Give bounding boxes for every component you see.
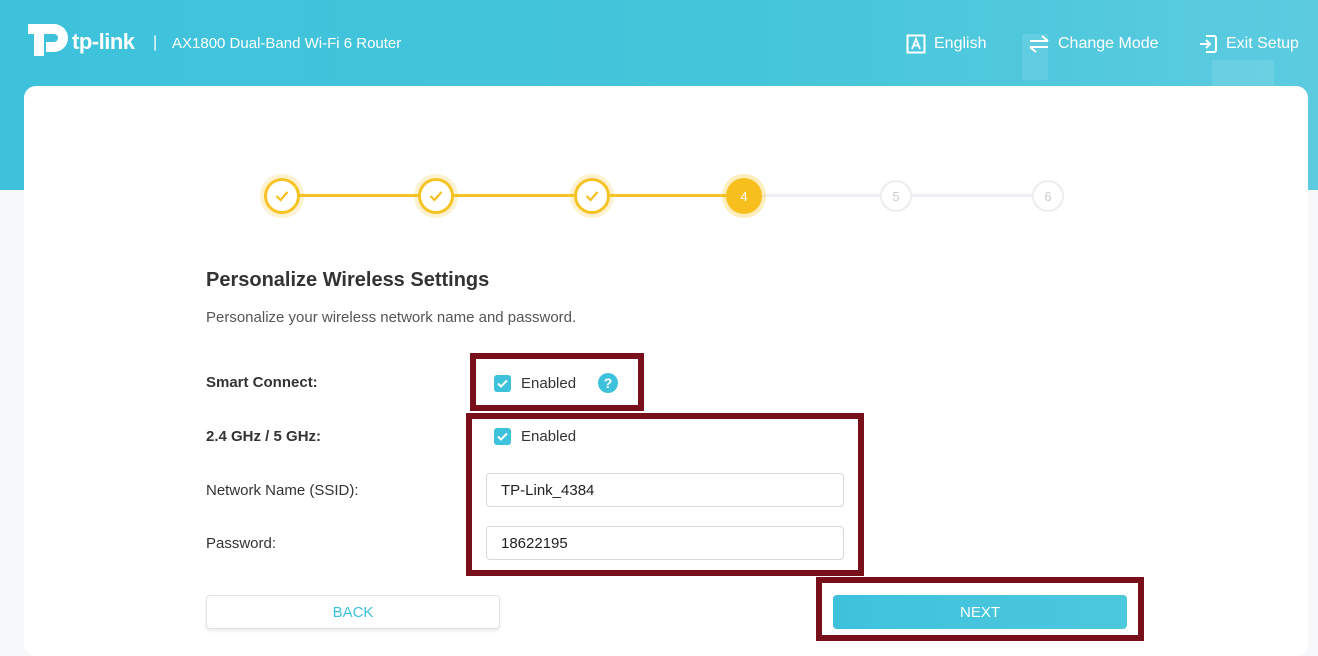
check-icon xyxy=(429,191,443,202)
exit-setup-button[interactable]: Exit Setup xyxy=(1198,33,1299,55)
router-model: AX1800 Dual-Band Wi-Fi 6 Router xyxy=(172,35,402,52)
step-6: 6 xyxy=(1032,180,1064,212)
ssid-input[interactable] xyxy=(486,473,844,507)
page-title: Personalize Wireless Settings xyxy=(206,269,490,291)
brand-name: tp-link xyxy=(72,29,135,54)
exit-icon xyxy=(1200,35,1217,53)
swap-arrows-icon xyxy=(1029,35,1049,53)
smart-connect-value: Enabled xyxy=(521,375,577,392)
check-icon xyxy=(585,191,599,202)
help-icon[interactable]: ? xyxy=(598,373,618,393)
step-4-current: 4 xyxy=(726,178,762,214)
header: tp-link | AX1800 Dual-Band Wi-Fi 6 Route… xyxy=(0,0,1318,86)
band-enabled-checkbox[interactable] xyxy=(494,428,511,445)
smart-connect-label: Smart Connect: xyxy=(206,374,318,391)
checkmark-icon xyxy=(497,432,508,441)
progress-stepper: 4 5 6 xyxy=(264,178,1070,214)
page-subtitle: Personalize your wireless network name a… xyxy=(206,309,577,326)
stepper-line-complete xyxy=(294,194,748,197)
step-2 xyxy=(418,178,454,214)
language-button[interactable]: English xyxy=(906,33,986,55)
language-icon xyxy=(906,34,926,54)
band-enabled-value: Enabled xyxy=(521,428,577,445)
setup-card xyxy=(24,86,1308,656)
password-label: Password: xyxy=(206,535,277,552)
change-mode-label: Change Mode xyxy=(1058,35,1159,52)
step-3 xyxy=(574,178,610,214)
password-input[interactable] xyxy=(486,526,844,560)
exit-setup-label: Exit Setup xyxy=(1226,35,1299,52)
ssid-label: Network Name (SSID): xyxy=(206,482,359,499)
tp-link-logo-icon xyxy=(28,24,68,56)
step-5: 5 xyxy=(880,180,912,212)
header-separator: | xyxy=(153,34,158,51)
step-1 xyxy=(264,178,300,214)
language-label: English xyxy=(934,35,987,52)
next-button[interactable]: NEXT xyxy=(833,595,1127,629)
check-icon xyxy=(275,191,289,202)
back-button[interactable]: BACK xyxy=(206,595,500,629)
checkmark-icon xyxy=(497,379,508,388)
smart-connect-checkbox[interactable] xyxy=(494,375,511,392)
change-mode-button[interactable]: Change Mode xyxy=(1028,33,1159,55)
band-label: 2.4 GHz / 5 GHz: xyxy=(206,428,322,445)
